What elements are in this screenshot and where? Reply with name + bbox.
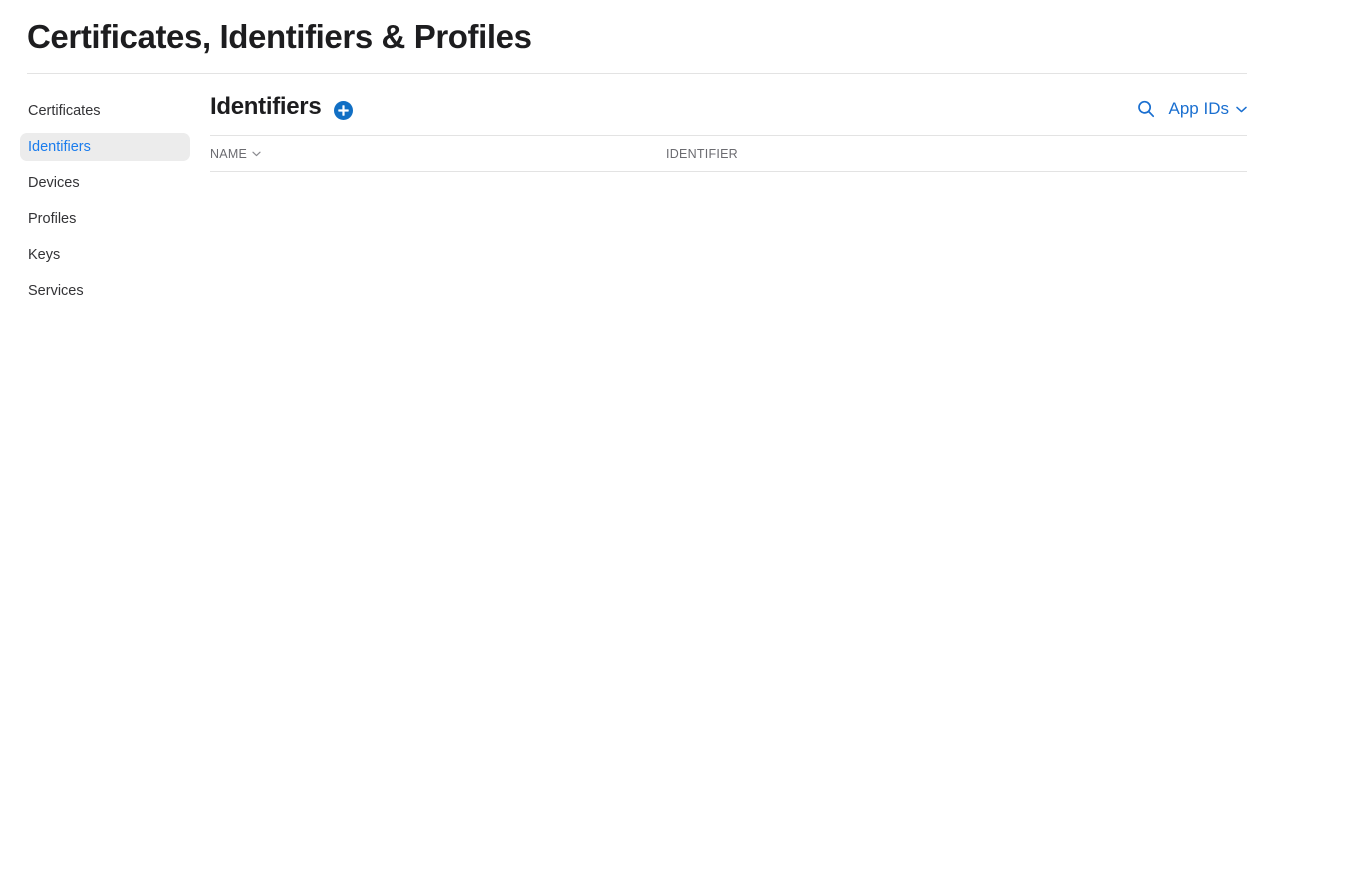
sidebar-item-label: Identifiers xyxy=(28,139,91,155)
column-header-name-label: NAME xyxy=(210,146,248,161)
sidebar-item-services[interactable]: Services xyxy=(20,277,190,305)
chevron-down-icon xyxy=(252,151,261,156)
chevron-down-icon xyxy=(1236,106,1247,112)
search-icon[interactable] xyxy=(1135,98,1157,120)
sidebar-item-label: Profiles xyxy=(28,211,77,227)
header-tools: App IDs xyxy=(1135,98,1247,120)
table-body xyxy=(210,172,1247,182)
plus-icon[interactable] xyxy=(334,101,353,120)
filter-label: App IDs xyxy=(1168,99,1229,118)
sidebar-item-label: Services xyxy=(28,283,84,299)
plus-icon-glyph xyxy=(338,105,349,116)
search-icon-glyph xyxy=(1137,100,1154,118)
sidebar-item-identifiers[interactable]: Identifiers xyxy=(20,133,190,161)
sidebar-item-devices[interactable]: Devices xyxy=(20,169,190,197)
sidebar: Certificates Identifiers Devices Profile… xyxy=(20,97,190,313)
sidebar-item-label: Keys xyxy=(28,247,61,263)
content-header: Identifiers App IDs xyxy=(210,92,1247,135)
sidebar-item-profiles[interactable]: Profiles xyxy=(20,205,190,233)
main-content: Identifiers App IDs NAME IDENTIFIER xyxy=(210,92,1247,182)
header-divider xyxy=(27,73,1247,74)
table-header-row: NAME IDENTIFIER xyxy=(210,136,1247,172)
column-header-name[interactable]: NAME xyxy=(210,147,666,161)
page-header: Certificates, Identifiers & Profiles xyxy=(0,0,1247,74)
section-title: Identifiers xyxy=(210,93,322,120)
sidebar-item-certificates[interactable]: Certificates xyxy=(20,97,190,125)
sidebar-item-label: Certificates xyxy=(28,103,101,119)
sidebar-item-keys[interactable]: Keys xyxy=(20,241,190,269)
column-header-identifier-label: IDENTIFIER xyxy=(666,146,738,161)
identifiers-table: NAME IDENTIFIER xyxy=(210,135,1247,182)
column-header-identifier: IDENTIFIER xyxy=(666,147,1247,161)
sidebar-item-label: Devices xyxy=(28,175,80,191)
filter-app-ids-dropdown[interactable]: App IDs xyxy=(1169,99,1247,119)
page-title: Certificates, Identifiers & Profiles xyxy=(27,18,532,55)
